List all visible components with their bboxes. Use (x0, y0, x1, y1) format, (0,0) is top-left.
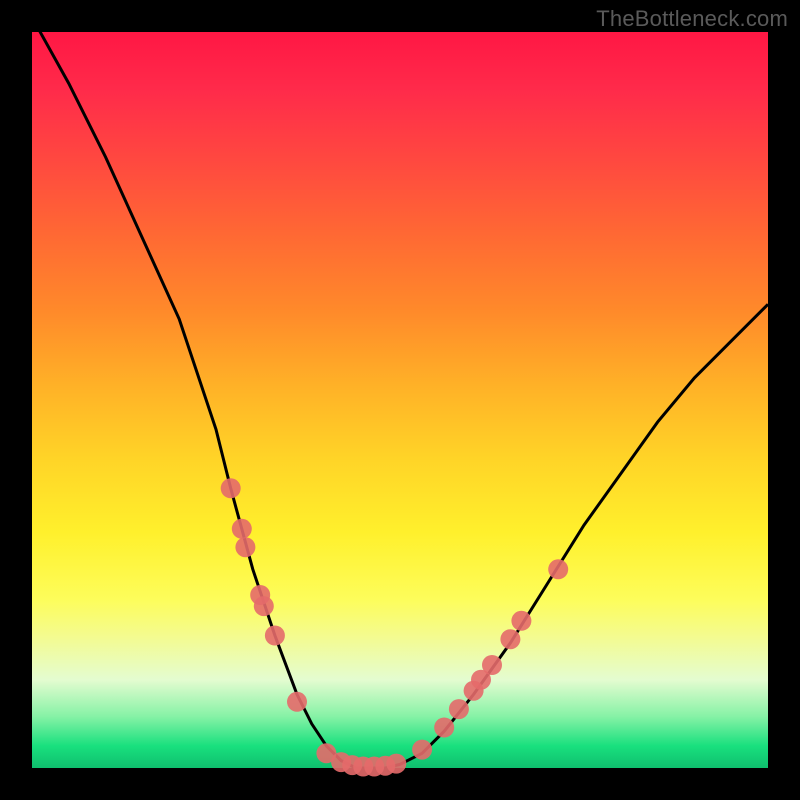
data-marker (254, 596, 274, 616)
data-marker (386, 754, 406, 774)
data-marker (287, 692, 307, 712)
marker-group (221, 478, 569, 776)
plot-area (32, 32, 768, 768)
data-marker (235, 537, 255, 557)
data-marker (548, 559, 568, 579)
data-marker (221, 478, 241, 498)
data-marker (265, 626, 285, 646)
data-marker (449, 699, 469, 719)
chart-svg (32, 32, 768, 768)
bottleneck-curve (32, 17, 768, 768)
data-marker (511, 611, 531, 631)
data-marker (500, 629, 520, 649)
data-marker (412, 740, 432, 760)
data-marker (482, 655, 502, 675)
chart-frame: TheBottleneck.com (0, 0, 800, 800)
data-marker (232, 519, 252, 539)
watermark-text: TheBottleneck.com (596, 6, 788, 32)
data-marker (434, 718, 454, 738)
